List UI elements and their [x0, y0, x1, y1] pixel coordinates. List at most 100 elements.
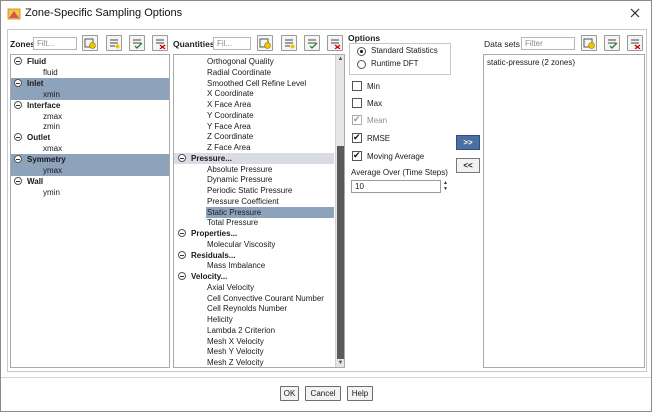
quantity-item-row[interactable]: Cell Convective Courant Number	[206, 293, 334, 304]
scroll-thumb[interactable]	[337, 146, 344, 359]
zones-tree[interactable]: Fluid fluid Inlet xmin Interface zmax zmin Outl…	[10, 54, 170, 368]
quantities-filter-input[interactable]	[213, 37, 251, 50]
collapse-toggle-icon[interactable]	[14, 133, 22, 142]
zone-item-row[interactable]: zmin	[11, 121, 169, 132]
option-checkbox[interactable]	[352, 150, 362, 161]
zone-group-row[interactable]: Inlet	[11, 77, 169, 89]
dataset-item-row[interactable]: static-pressure (2 zones)	[484, 57, 644, 68]
quantity-item-row[interactable]: Y Coordinate	[206, 110, 334, 121]
collapse-toggle-icon[interactable]	[178, 229, 186, 237]
quantity-item-row[interactable]: Mass Imbalance	[206, 260, 334, 271]
add-dataset-button[interactable]: >>	[456, 135, 480, 150]
zone-item-label: fluid	[43, 67, 58, 77]
quantity-item-row[interactable]: Periodic Static Pressure	[206, 185, 334, 196]
collapse-toggle-icon[interactable]	[14, 176, 22, 185]
datasets-deselect-button[interactable]	[627, 35, 643, 51]
zone-group-row[interactable]: Fluid	[11, 56, 169, 67]
statistics-radio[interactable]	[357, 47, 366, 56]
quantity-item-row[interactable]: Helicity	[206, 314, 334, 325]
quantities-scrollbar[interactable]: ▲ ▼	[335, 55, 344, 367]
quantity-item-row[interactable]: X Coordinate	[206, 88, 334, 99]
close-icon[interactable]	[627, 5, 643, 21]
datasets-list[interactable]: static-pressure (2 zones)	[483, 54, 645, 368]
quantity-item-row[interactable]: Z Coordinate	[206, 131, 334, 142]
quantities-deselect-button[interactable]	[327, 35, 343, 51]
quantity-item-label: Dynamic Pressure	[207, 175, 273, 185]
quantity-category-row[interactable]: Velocity...	[174, 271, 334, 282]
quantity-item-label: Periodic Static Pressure	[207, 186, 293, 195]
quantity-item-row[interactable]: Axial Velocity	[206, 282, 334, 293]
quantity-item-row[interactable]: Mesh X Velocity	[206, 336, 334, 347]
datasets-filter-input[interactable]	[521, 37, 575, 50]
quantity-item-row[interactable]: Pressure Coefficient	[206, 196, 334, 207]
collapse-toggle-icon[interactable]	[178, 250, 186, 259]
remove-dataset-button[interactable]: <<	[456, 158, 480, 173]
scroll-down-icon[interactable]: ▼	[336, 359, 344, 367]
zone-group-row[interactable]: Wall	[11, 176, 169, 187]
quantity-item-label: Helicity	[207, 315, 233, 324]
zones-group-button[interactable]	[106, 35, 122, 51]
quantity-item-row[interactable]: Cell Reynolds Number	[206, 303, 334, 314]
quantity-item-row[interactable]: Z Face Area	[206, 142, 334, 153]
zone-group-label: Interface	[27, 100, 61, 110]
quantity-item-label: Y Face Area	[207, 121, 251, 131]
quantity-item-row[interactable]: Absolute Pressure	[206, 164, 334, 175]
footer-divider	[1, 377, 651, 378]
zone-item-row[interactable]: zmax	[11, 111, 169, 122]
datasets-check-button[interactable]	[604, 35, 620, 51]
quantity-item-row[interactable]: Static Pressure	[206, 206, 334, 218]
cancel-button[interactable]: Cancel	[305, 386, 341, 401]
option-checkbox[interactable]	[352, 98, 362, 108]
spin-down-icon[interactable]: ▼	[441, 186, 450, 192]
option-checkbox[interactable]	[352, 132, 362, 143]
average-over-input[interactable]: 10	[351, 180, 441, 193]
average-over-spinner[interactable]: ▲ ▼	[441, 180, 450, 193]
zone-group-label: Wall	[27, 176, 44, 186]
option-checkbox[interactable]	[352, 81, 362, 91]
ok-button[interactable]: OK	[280, 386, 299, 401]
collapse-toggle-icon[interactable]	[14, 100, 22, 109]
quantity-item-row[interactable]: Mesh Z Velocity	[206, 357, 334, 367]
zones-filter-input[interactable]	[33, 37, 77, 50]
quantity-item-row[interactable]: X Face Area	[206, 99, 334, 110]
quantity-category-row[interactable]: Residuals...	[174, 250, 334, 261]
collapse-toggle-icon[interactable]	[178, 153, 186, 162]
collapse-toggle-icon[interactable]	[14, 57, 22, 65]
statistics-radio-label: Standard Statistics	[371, 46, 438, 55]
quantity-category-row[interactable]: Properties...	[174, 228, 334, 239]
quantity-item-row[interactable]: Orthogonal Quality	[206, 56, 334, 67]
quantity-item-row[interactable]: Smoothed Cell Refine Level	[206, 78, 334, 89]
zone-group-row[interactable]: Interface	[11, 100, 169, 111]
quantity-item-row[interactable]: Mesh Y Velocity	[206, 346, 334, 357]
zones-check-button[interactable]	[129, 35, 145, 51]
quantities-group-button[interactable]	[281, 35, 297, 51]
zone-group-row[interactable]: Symmetry	[11, 154, 169, 166]
scroll-up-icon[interactable]: ▲	[336, 55, 344, 63]
quantity-item-row[interactable]: Y Face Area	[206, 121, 334, 132]
zone-item-row[interactable]: ymin	[11, 187, 169, 198]
datasets-select-all-button[interactable]	[581, 35, 597, 51]
quantity-item-label: Axial Velocity	[207, 282, 255, 292]
quantity-item-row[interactable]: Molecular Viscosity	[206, 239, 334, 250]
zone-item-row[interactable]: fluid	[11, 67, 169, 78]
zones-select-all-button[interactable]	[82, 35, 98, 51]
zones-deselect-button[interactable]	[152, 35, 168, 51]
help-button[interactable]: Help	[347, 386, 373, 401]
quantities-select-all-button[interactable]	[257, 35, 273, 51]
statistics-radio[interactable]	[357, 60, 366, 69]
collapse-toggle-icon[interactable]	[14, 78, 22, 87]
zone-item-row[interactable]: ymax	[11, 165, 169, 176]
quantity-category-row[interactable]: Pressure...	[174, 152, 334, 164]
collapse-toggle-icon[interactable]	[178, 272, 186, 280]
quantity-item-row[interactable]: Radial Coordinate	[206, 67, 334, 78]
zone-group-row[interactable]: Outlet	[11, 132, 169, 143]
zone-item-row[interactable]: xmin	[11, 88, 169, 100]
quantity-item-row[interactable]: Lambda 2 Criterion	[206, 325, 334, 336]
quantity-item-row[interactable]: Total Pressure	[206, 217, 334, 228]
zone-item-row[interactable]: xmax	[11, 143, 169, 154]
quantities-list[interactable]: ▲ ▼ Orthogonal Quality Radial Coordinate S…	[173, 54, 345, 368]
quantities-check-button[interactable]	[304, 35, 320, 51]
collapse-toggle-icon[interactable]	[14, 155, 22, 164]
quantity-item-row[interactable]: Dynamic Pressure	[206, 174, 334, 185]
quantities-label: Quantities	[173, 39, 215, 49]
